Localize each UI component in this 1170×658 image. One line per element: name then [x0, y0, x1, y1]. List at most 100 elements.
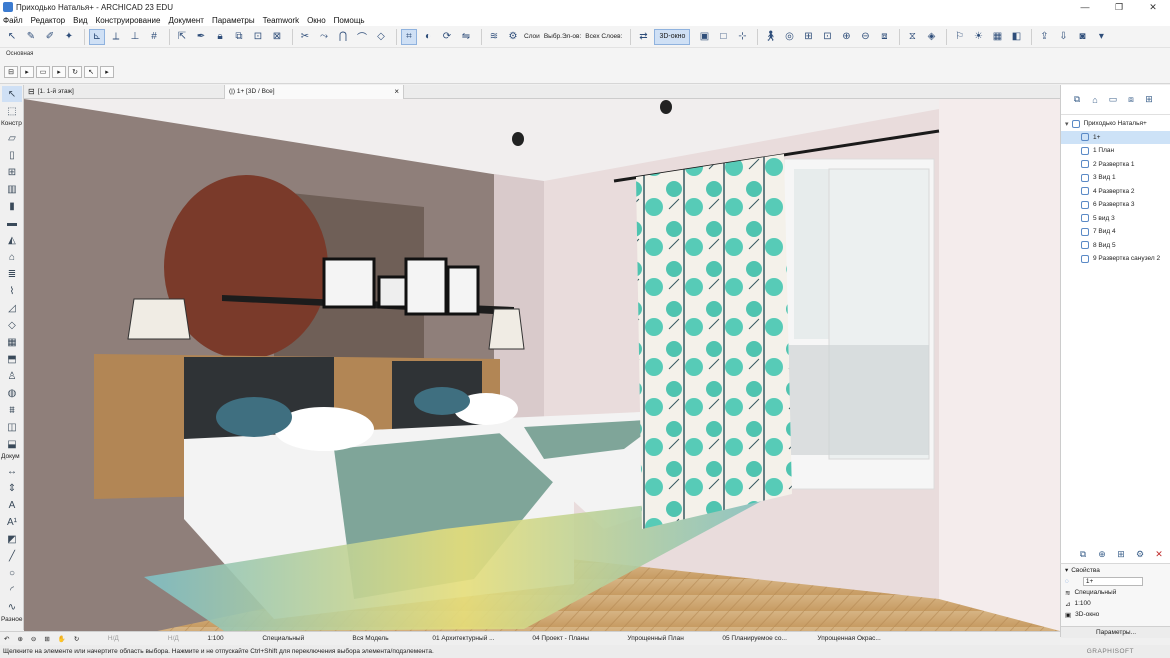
window-tool-icon[interactable]: ⊞: [2, 164, 22, 180]
tab-floor-plan[interactable]: ⊟ [1. 1-й этаж]: [24, 85, 224, 99]
marquee-icon[interactable]: ⬚: [2, 103, 22, 119]
tree-item[interactable]: 3 Вид 1: [1061, 171, 1170, 185]
publisher-icon[interactable]: ⧈: [1123, 92, 1139, 108]
clone-folder-icon[interactable]: ⊕: [1095, 548, 1109, 560]
tree-item[interactable]: 9 Развертка санузел 2: [1061, 252, 1170, 266]
minimize-button[interactable]: —: [1068, 0, 1102, 14]
intersect-icon[interactable]: ⋂: [335, 29, 351, 45]
publish-icon[interactable]: ⇪: [1036, 29, 1052, 45]
folder-add-icon[interactable]: ⊞: [1114, 548, 1128, 560]
zoom-in-icon[interactable]: ⊕: [13, 632, 26, 646]
snap-point-icon[interactable]: ⊥: [127, 29, 143, 45]
organizer-icon[interactable]: ⊞: [1141, 92, 1157, 108]
label-tool-icon[interactable]: A¹: [2, 514, 22, 530]
render-icon[interactable]: ⚐: [951, 29, 967, 45]
eyedropper-icon[interactable]: ✎: [23, 29, 39, 45]
arc-tool-icon[interactable]: ◜: [2, 582, 22, 598]
view-name-field[interactable]: 1+: [1082, 577, 1143, 586]
axis-icon[interactable]: ⊹: [734, 29, 750, 45]
zoom-fit-icon[interactable]: ⊞: [800, 29, 816, 45]
suspend-group-icon[interactable]: ⊡: [250, 29, 266, 45]
settings-icon[interactable]: ⚙: [1133, 548, 1147, 560]
switch-view-icon[interactable]: ⇄: [635, 29, 651, 45]
menu-teamwork[interactable]: Teamwork: [263, 16, 299, 25]
shell-tool-icon[interactable]: ◿: [2, 300, 22, 316]
materials-icon[interactable]: ▦: [989, 29, 1005, 45]
layer-combination-dropdown[interactable]: Специальный: [258, 632, 348, 646]
view-icon[interactable]: ▸: [52, 66, 66, 78]
model-view-options-dropdown[interactable]: 04 Проект - Планы: [528, 632, 623, 646]
export-icon[interactable]: ⇩: [1055, 29, 1071, 45]
menu-edit[interactable]: Редактор: [31, 16, 65, 25]
line-tool-icon[interactable]: ╱: [2, 548, 22, 564]
sun-icon[interactable]: ☀: [970, 29, 986, 45]
project-map-icon[interactable]: ⧉: [1069, 92, 1085, 108]
rotate-view-icon[interactable]: ↻: [68, 66, 82, 78]
cube-icon[interactable]: ▣: [696, 29, 712, 45]
wall-tool-icon[interactable]: ▱: [2, 130, 22, 146]
angle-value-field[interactable]: Н/Д: [143, 632, 203, 646]
collapse-caret-icon[interactable]: ▾: [1065, 566, 1068, 574]
pen-icon[interactable]: ✒: [193, 29, 209, 45]
split-icon[interactable]: ✂: [297, 29, 313, 45]
renovation-filter-dropdown[interactable]: 05 Планируемое со...: [718, 632, 813, 646]
morph-tool-icon[interactable]: ◇: [2, 317, 22, 333]
tree-root[interactable]: ▾ Приходько Наталья+: [1061, 117, 1170, 131]
circle-tool-icon[interactable]: ○: [2, 565, 22, 581]
zone-tool-icon[interactable]: ⬒: [2, 351, 22, 367]
menu-design[interactable]: Конструирование: [96, 16, 161, 25]
offset-icon[interactable]: ◇: [373, 29, 389, 45]
stair-tool-icon[interactable]: ≣: [2, 266, 22, 282]
arrow-tool-icon[interactable]: ↖: [4, 29, 20, 45]
tree-item[interactable]: 1+: [1061, 130, 1170, 144]
menu-file[interactable]: Файл: [3, 16, 23, 25]
delete-icon[interactable]: ✕: [1152, 548, 1166, 560]
snap-guide-icon[interactable]: ⊾: [89, 28, 105, 45]
slab-tool-icon[interactable]: ◭: [2, 232, 22, 248]
layout-icon[interactable]: ▭: [36, 66, 50, 78]
spline-tool-icon[interactable]: ∿: [2, 599, 22, 615]
mesh-tool-icon[interactable]: ⩩: [2, 402, 22, 418]
dimension-tool-icon[interactable]: ↔: [2, 463, 22, 479]
tree-item[interactable]: 6 Развертка 3: [1061, 198, 1170, 212]
group-icon[interactable]: ⧉: [231, 29, 247, 45]
menu-options[interactable]: Параметры: [212, 16, 255, 25]
tree-item[interactable]: 7 Вид 4: [1061, 225, 1170, 239]
tab-3d-view[interactable]: (|) 1+ [3D / Все] ×: [224, 84, 404, 99]
section-box-icon[interactable]: ⧈: [876, 29, 892, 45]
object-tool-icon[interactable]: ♙: [2, 368, 22, 384]
style-icon[interactable]: ◈: [923, 29, 939, 45]
expand-caret-icon[interactable]: ▾: [1065, 120, 1069, 128]
graphic-override-dropdown[interactable]: Упрощенная Окрас...: [813, 632, 913, 646]
3d-viewport[interactable]: [24, 99, 1060, 631]
trim-icon[interactable]: ⌗: [401, 28, 417, 45]
column-round-icon[interactable]: ▮: [2, 198, 22, 214]
undo-icon[interactable]: ↶: [0, 632, 13, 646]
box-icon[interactable]: □: [715, 29, 731, 45]
parameters-button[interactable]: Параметры...: [1061, 626, 1170, 638]
syringe-icon[interactable]: ✐: [42, 29, 58, 45]
arrow-select-icon[interactable]: ↖: [2, 86, 22, 102]
plan-display-icon[interactable]: ⊟: [4, 66, 18, 78]
menu-window[interactable]: Окно: [307, 16, 326, 25]
magic-wand-icon[interactable]: ✦: [61, 29, 77, 45]
more-icon[interactable]: ▾: [1093, 29, 1109, 45]
text-tool-icon[interactable]: A: [2, 497, 22, 513]
level-dimension-icon[interactable]: ⇕: [2, 480, 22, 496]
cursor-icon[interactable]: ⇱: [174, 29, 190, 45]
close-button[interactable]: ✕: [1136, 0, 1170, 14]
walk-icon[interactable]: 🚶︎: [762, 29, 778, 45]
pointer-icon[interactable]: ↖: [84, 66, 98, 78]
lamp-tool-icon[interactable]: ◍: [2, 385, 22, 401]
solid-ops-icon[interactable]: ◐: [420, 29, 436, 45]
maximize-button[interactable]: ❐: [1102, 0, 1136, 14]
column-tool-icon[interactable]: ▥: [2, 181, 22, 197]
lock-icon[interactable]: 🔒︎: [212, 29, 228, 45]
zoom-out-icon[interactable]: ⊖: [27, 632, 40, 646]
door-tool-icon[interactable]: ▯: [2, 147, 22, 163]
ungroup-icon[interactable]: ⊠: [269, 29, 285, 45]
zoom-window-icon[interactable]: ⊡: [819, 29, 835, 45]
camera-icon[interactable]: ◙: [1074, 29, 1090, 45]
rotate-icon[interactable]: ⟳: [439, 29, 455, 45]
opening-icon[interactable]: ⬓: [2, 436, 22, 452]
